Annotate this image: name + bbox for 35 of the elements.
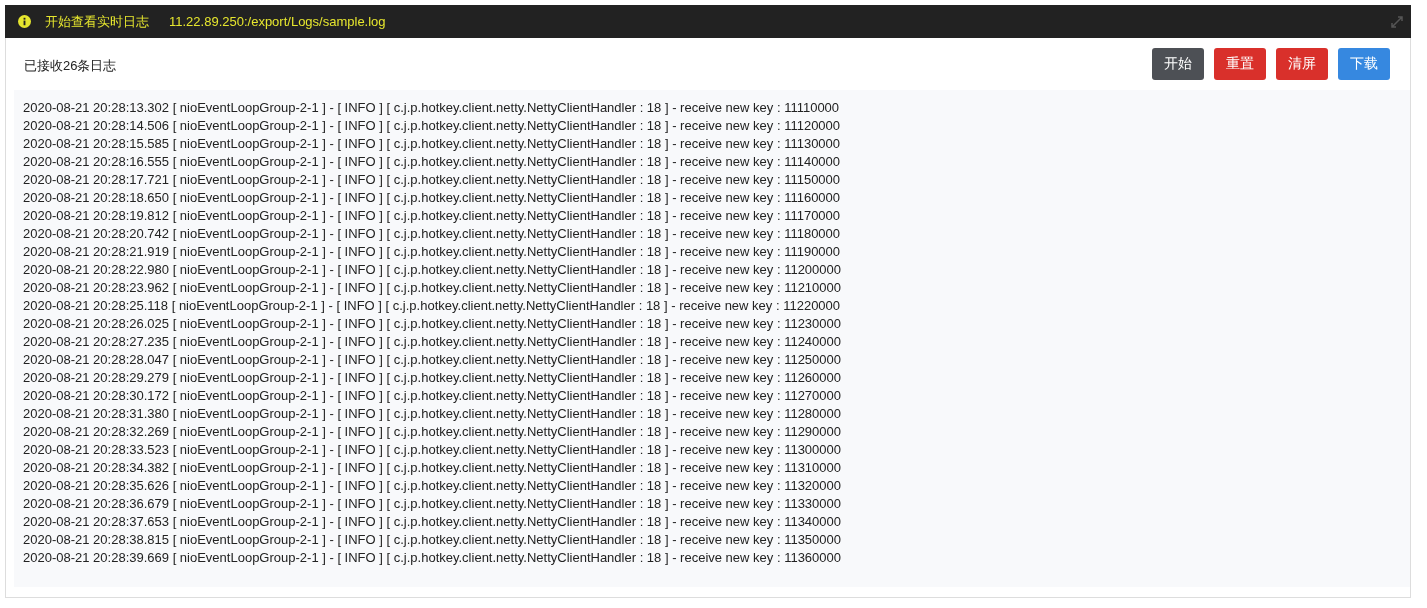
info-icon: [18, 15, 31, 28]
log-line: 2020-08-21 20:28:39.669 [ nioEventLoopGroup-2-1 ] - [ INFO ] [ c.j.p.hotkey.client.netty.NettyClientHandler : 18 ] - receive new key : 11360000: [23, 549, 842, 567]
log-line: 2020-08-21 20:28:30.172 [ nioEventLoopGroup-2-1 ] - [ INFO ] [ c.j.p.hotkey.client.netty.NettyClientHandler : 18 ] - receive new key : 11270000: [23, 387, 842, 405]
log-line: 2020-08-21 20:28:16.555 [ nioEventLoopGroup-2-1 ] - [ INFO ] [ c.j.p.hotkey.client.netty.NettyClientHandler : 18 ] - receive new key : 11140000: [23, 153, 842, 171]
log-line: 2020-08-21 20:28:33.523 [ nioEventLoopGroup-2-1 ] - [ INFO ] [ c.j.p.hotkey.client.netty.NettyClientHandler : 18 ] - receive new key : 11300000: [23, 441, 842, 459]
log-line: 2020-08-21 20:28:27.235 [ nioEventLoopGroup-2-1 ] - [ INFO ] [ c.j.p.hotkey.client.netty.NettyClientHandler : 18 ] - receive new key : 11240000: [23, 333, 842, 351]
log-line: 2020-08-21 20:28:34.382 [ nioEventLoopGroup-2-1 ] - [ INFO ] [ c.j.p.hotkey.client.netty.NettyClientHandler : 18 ] - receive new key : 11310000: [23, 459, 842, 477]
log-line: 2020-08-21 20:28:35.626 [ nioEventLoopGroup-2-1 ] - [ INFO ] [ c.j.p.hotkey.client.netty.NettyClientHandler : 18 ] - receive new key : 11320000: [23, 477, 842, 495]
received-count: 已接收26条日志: [24, 57, 118, 75]
header-title: 开始查看实时日志: [45, 12, 149, 31]
log-line: 2020-08-21 20:28:31.380 [ nioEventLoopGroup-2-1 ] - [ INFO ] [ c.j.p.hotkey.client.netty.NettyClientHandler : 18 ] - receive new key : 11280000: [23, 405, 842, 423]
action-button[interactable]: 下载: [1338, 48, 1390, 80]
log-line: 2020-08-21 20:28:38.815 [ nioEventLoopGroup-2-1 ] - [ INFO ] [ c.j.p.hotkey.client.netty.NettyClientHandler : 18 ] - receive new key : 11350000: [23, 531, 842, 549]
action-button[interactable]: 清屏: [1276, 48, 1328, 80]
log-line: 2020-08-21 20:28:20.742 [ nioEventLoopGroup-2-1 ] - [ INFO ] [ c.j.p.hotkey.client.netty.NettyClientHandler : 18 ] - receive new key : 11180000: [23, 225, 842, 243]
log-line: 2020-08-21 20:28:25.118 [ nioEventLoopGroup-2-1 ] - [ INFO ] [ c.j.p.hotkey.client.netty.NettyClientHandler : 18 ] - receive new key : 11220000: [23, 297, 842, 315]
log-line: 2020-08-21 20:28:36.679 [ nioEventLoopGroup-2-1 ] - [ INFO ] [ c.j.p.hotkey.client.netty.NettyClientHandler : 18 ] - receive new key : 11330000: [23, 495, 842, 513]
log-line: 2020-08-21 20:28:26.025 [ nioEventLoopGroup-2-1 ] - [ INFO ] [ c.j.p.hotkey.client.netty.NettyClientHandler : 18 ] - receive new key : 11230000: [23, 315, 842, 333]
log-line: 2020-08-21 20:28:13.302 [ nioEventLoopGroup-2-1 ] - [ INFO ] [ c.j.p.hotkey.client.netty.NettyClientHandler : 18 ] - receive new key : 11110000: [23, 99, 841, 117]
log-line: 2020-08-21 20:28:23.962 [ nioEventLoopGroup-2-1 ] - [ INFO ] [ c.j.p.hotkey.client.netty.NettyClientHandler : 18 ] - receive new key : 11210000: [23, 279, 842, 297]
log-line: 2020-08-21 20:28:18.650 [ nioEventLoopGroup-2-1 ] - [ INFO ] [ c.j.p.hotkey.client.netty.NettyClientHandler : 18 ] - receive new key : 11160000: [23, 189, 842, 207]
log-line: 2020-08-21 20:28:15.585 [ nioEventLoopGroup-2-1 ] - [ INFO ] [ c.j.p.hotkey.client.netty.NettyClientHandler : 18 ] - receive new key : 11130000: [23, 135, 842, 153]
expand-icon[interactable]: [1391, 15, 1403, 28]
log-line: 2020-08-21 20:28:32.269 [ nioEventLoopGroup-2-1 ] - [ INFO ] [ c.j.p.hotkey.client.netty.NettyClientHandler : 18 ] - receive new key : 11290000: [23, 423, 842, 441]
log-line: 2020-08-21 20:28:37.653 [ nioEventLoopGroup-2-1 ] - [ INFO ] [ c.j.p.hotkey.client.netty.NettyClientHandler : 18 ] - receive new key : 11340000: [23, 513, 842, 531]
log-line: 2020-08-21 20:28:22.980 [ nioEventLoopGroup-2-1 ] - [ INFO ] [ c.j.p.hotkey.client.netty.NettyClientHandler : 18 ] - receive new key : 11200000: [23, 261, 842, 279]
log-line: 2020-08-21 20:28:19.812 [ nioEventLoopGroup-2-1 ] - [ INFO ] [ c.j.p.hotkey.client.netty.NettyClientHandler : 18 ] - receive new key : 11170000: [23, 207, 842, 225]
log-line: 2020-08-21 20:28:17.721 [ nioEventLoopGroup-2-1 ] - [ INFO ] [ c.j.p.hotkey.client.netty.NettyClientHandler : 18 ] - receive new key : 11150000: [23, 171, 842, 189]
log-line: 2020-08-21 20:28:21.919 [ nioEventLoopGroup-2-1 ] - [ INFO ] [ c.j.p.hotkey.client.netty.NettyClientHandler : 18 ] - receive new key : 11190000: [23, 243, 842, 261]
log-line: 2020-08-21 20:28:14.506 [ nioEventLoopGroup-2-1 ] - [ INFO ] [ c.j.p.hotkey.client.netty.NettyClientHandler : 18 ] - receive new key : 11120000: [23, 117, 842, 135]
log-path: 11.22.89.250:/export/Logs/sample.log: [169, 14, 387, 29]
log-line: 2020-08-21 20:28:29.279 [ nioEventLoopGroup-2-1 ] - [ INFO ] [ c.j.p.hotkey.client.netty.NettyClientHandler : 18 ] - receive new key : 11260000: [23, 369, 842, 387]
action-button[interactable]: 重置: [1214, 48, 1266, 80]
log-line: 2020-08-21 20:28:28.047 [ nioEventLoopGroup-2-1 ] - [ INFO ] [ c.j.p.hotkey.client.netty.NettyClientHandler : 18 ] - receive new key : 11250000: [23, 351, 842, 369]
action-button[interactable]: 开始: [1152, 48, 1204, 80]
